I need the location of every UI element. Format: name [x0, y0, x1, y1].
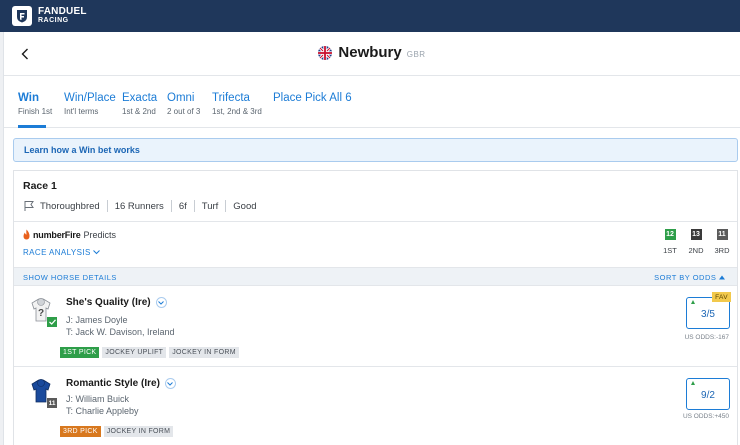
learn-bet-link[interactable]: Learn how a Win bet works: [24, 145, 140, 155]
tab-label: Trifecta: [212, 92, 250, 104]
tab-sublabel: 1st & 2nd: [122, 107, 156, 116]
predicts-label: Predicts: [83, 229, 117, 240]
svg-text:?: ?: [38, 308, 44, 319]
saddle-cloth: 12: [664, 229, 676, 240]
race-going: Good: [233, 200, 257, 212]
tab-sublabel: 2 out of 3: [167, 107, 201, 116]
chevron-down-icon: [167, 381, 174, 386]
horse-name-text: Romantic Style (Ire): [66, 378, 160, 389]
learn-bet-banner[interactable]: Learn how a Win bet works: [13, 138, 738, 162]
page-title: Newbury GBR: [4, 44, 740, 61]
trainer: T: Jack W. Davison, Ireland: [66, 327, 175, 337]
flame-icon: [23, 229, 30, 240]
runner-row[interactable]: ? She's Quality (Ire) J: James Doyle T: …: [14, 287, 737, 367]
pick-place: 1ST: [663, 246, 677, 255]
country-code: GBR: [406, 49, 426, 59]
sort-by-odds-button[interactable]: SORT BY ODDS: [654, 273, 725, 282]
saddle-cloth: 13: [690, 229, 702, 240]
bet-type-tabs: Win Finish 1st Win/Place Int'l terms Exa…: [4, 84, 740, 128]
tab-win-place[interactable]: Win/Place Int'l terms: [64, 92, 116, 116]
saddle-cloth: [47, 317, 57, 327]
list-controls: SHOW HORSE DETAILS SORT BY ODDS: [14, 267, 737, 286]
meta-divider: [225, 200, 227, 212]
jockey: J: James Doyle: [66, 315, 128, 325]
trainer: T: Charlie Appleby: [66, 406, 139, 416]
horse-name[interactable]: Romantic Style (Ire): [66, 378, 176, 389]
odds-up-arrow-icon: [691, 300, 695, 304]
chevron-down-icon: [158, 300, 164, 305]
pick-badge: 3RD PICK: [60, 426, 101, 437]
tab-sublabel: Int'l terms: [64, 107, 99, 116]
race-surface: Turf: [201, 200, 219, 212]
runner-badges: 1ST PICK JOCKEY UPLIFT JOCKEY IN FORM: [60, 347, 242, 358]
numberfire-brand: numberFire: [33, 229, 81, 240]
race-runners: 16 Runners: [114, 200, 164, 212]
favorite-badge: FAV: [712, 292, 731, 302]
tab-omni[interactable]: Omni 2 out of 3: [167, 92, 200, 116]
odds-up-arrow-icon: [691, 381, 695, 385]
insight-badge: JOCKEY IN FORM: [169, 347, 239, 358]
tab-label: Place Pick All 6: [273, 92, 352, 104]
race-title: Race 1: [23, 180, 57, 192]
odds-value: 9/2: [701, 390, 715, 401]
show-horse-details-toggle[interactable]: SHOW HORSE DETAILS: [23, 273, 117, 282]
page-header: Newbury GBR: [4, 32, 740, 76]
horse-name-text: She's Quality (Ire): [66, 297, 151, 308]
saddle-cloth: 11: [716, 229, 728, 240]
tab-sublabel: Finish 1st: [18, 107, 53, 116]
numberfire-predicts: numberFire Predicts: [22, 229, 116, 240]
expand-runner-button[interactable]: [155, 297, 167, 308]
pick-3rd: 11 3RD: [710, 229, 734, 255]
check-icon: [48, 319, 56, 325]
race-meta: Thoroughbred 16 Runners 6f Turf Good: [23, 200, 257, 212]
race-card: Race 1 Thoroughbred 16 Runners 6f Turf G…: [13, 170, 738, 445]
tab-label: Win/Place: [64, 92, 116, 104]
fanduel-shield-icon[interactable]: [12, 6, 32, 26]
insight-badge: JOCKEY IN FORM: [103, 426, 174, 437]
chevron-down-icon: [93, 250, 101, 255]
race-analysis-label: RACE ANALYSIS: [23, 248, 91, 257]
brand-name: FANDUEL: [38, 6, 87, 17]
us-odds: US ODDS:+450: [682, 413, 729, 420]
saddle-cloth: 11: [47, 398, 57, 408]
tab-label: Omni: [167, 92, 195, 104]
pick-place: 3RD: [714, 246, 730, 255]
top-bar: FANDUEL RACING: [0, 0, 740, 32]
horse-name[interactable]: She's Quality (Ire): [66, 297, 167, 308]
caret-up-icon: [719, 275, 725, 280]
track-name: Newbury: [338, 44, 402, 61]
insight-badge: JOCKEY UPLIFT: [102, 347, 167, 358]
meta-divider: [193, 200, 195, 212]
us-odds: US ODDS:-167: [684, 334, 729, 341]
meta-divider: [170, 200, 172, 212]
runner-row[interactable]: 11 Romantic Style (Ire) J: William Buick…: [14, 368, 737, 445]
odds-button[interactable]: 9/2: [686, 378, 730, 410]
jockey: J: William Buick: [66, 394, 130, 404]
flag-outline-icon: [24, 201, 34, 211]
brand-subname: RACING: [38, 17, 69, 24]
pick-place: 2ND: [688, 246, 704, 255]
uk-flag-icon: [318, 45, 333, 60]
race-breed: Thoroughbred: [40, 200, 100, 212]
tab-exacta[interactable]: Exacta 1st & 2nd: [122, 92, 157, 116]
race-analysis-toggle[interactable]: RACE ANALYSIS: [23, 248, 101, 257]
tab-sublabel: 1st, 2nd & 3rd: [212, 107, 262, 116]
tab-label: Exacta: [122, 92, 158, 104]
active-tab-indicator: [18, 125, 46, 128]
expand-runner-button[interactable]: [164, 378, 176, 389]
tab-win[interactable]: Win Finish 1st: [18, 92, 52, 116]
tab-trifecta[interactable]: Trifecta 1st, 2nd & 3rd: [212, 92, 262, 116]
tab-label: Win: [18, 92, 39, 104]
meta-divider: [106, 200, 108, 212]
sort-label: SORT BY ODDS: [654, 273, 717, 282]
brand-logo[interactable]: FANDUEL RACING: [38, 7, 87, 25]
pick-1st: 12 1ST: [658, 229, 682, 255]
divider: [14, 221, 737, 222]
tab-place-pick-all-6[interactable]: Place Pick All 6: [273, 92, 352, 107]
runner-badges: 3RD PICK JOCKEY IN FORM: [60, 426, 176, 437]
pick-2nd: 13 2ND: [684, 229, 708, 255]
odds-value: 3/5: [701, 309, 715, 320]
race-distance: 6f: [178, 200, 187, 212]
pick-badge: 1ST PICK: [60, 347, 100, 358]
